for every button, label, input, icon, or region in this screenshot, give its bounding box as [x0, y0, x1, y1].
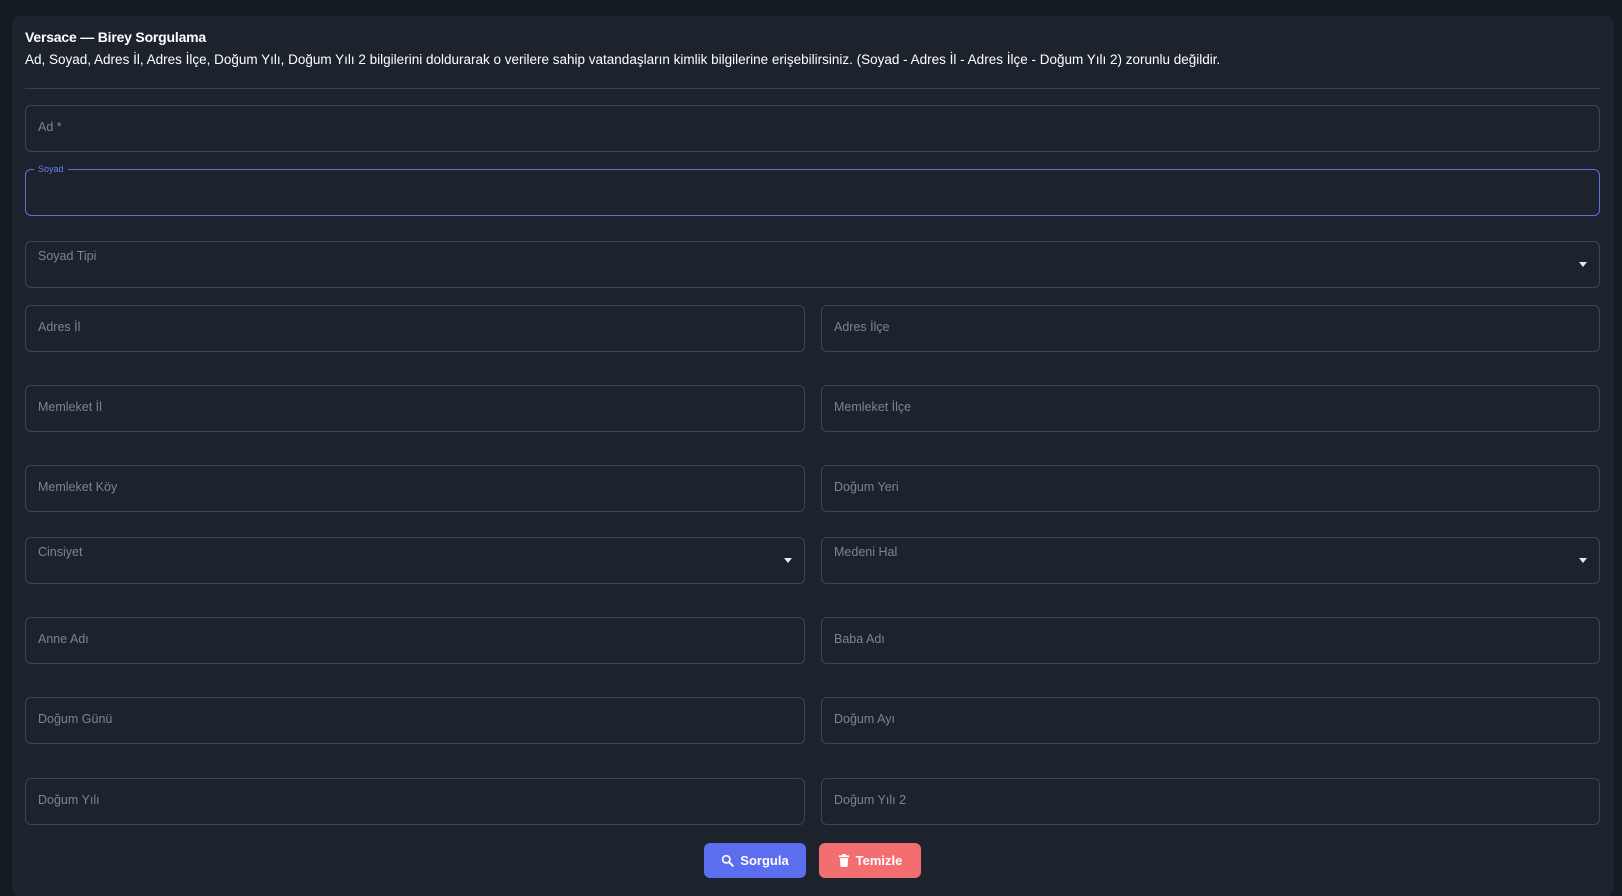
dogum-ayi-label: Doğum Ayı [834, 712, 895, 726]
medeni-hal-label: Medeni Hal [834, 545, 898, 559]
search-button-label: Sorgula [740, 853, 789, 868]
baba-adi-field[interactable]: Baba Adı [821, 617, 1600, 664]
soyad-input[interactable] [26, 170, 1599, 215]
cinsiyet-label: Cinsiyet [38, 545, 83, 559]
anne-adi-field[interactable]: Anne Adı [25, 617, 805, 664]
anne-adi-label: Anne Adı [38, 632, 89, 646]
adres-il-field[interactable]: Adres İl [25, 305, 805, 352]
memleket-il-field[interactable]: Memleket İl [25, 385, 805, 432]
dogum-yili-2-field[interactable]: Doğum Yılı 2 [821, 778, 1600, 825]
dogum-gunu-label: Doğum Günü [38, 712, 113, 726]
baba-adi-label: Baba Adı [834, 632, 885, 646]
cinsiyet-select[interactable]: Cinsiyet [25, 537, 805, 584]
page-title: Versace — Birey Sorgulama [25, 29, 206, 45]
dogum-yili-label: Doğum Yılı [38, 793, 100, 807]
dogum-yili-field[interactable]: Doğum Yılı [25, 778, 805, 825]
dogum-yeri-label: Doğum Yeri [834, 480, 899, 494]
dogum-yeri-field[interactable]: Doğum Yeri [821, 465, 1600, 512]
chevron-down-icon [784, 558, 792, 563]
dogum-gunu-field[interactable]: Doğum Günü [25, 697, 805, 744]
trash-icon [838, 854, 850, 867]
medeni-hal-select[interactable]: Medeni Hal [821, 537, 1600, 584]
page-description: Ad, Soyad, Adres İl, Adres İlçe, Doğum Y… [25, 52, 1221, 67]
adres-il-label: Adres İl [38, 320, 81, 334]
ad-label: Ad * [38, 120, 62, 134]
memleket-koy-label: Memleket Köy [38, 480, 118, 494]
memleket-il-label: Memleket İl [38, 400, 102, 414]
ad-field[interactable]: Ad * [25, 105, 1600, 152]
divider [25, 88, 1600, 89]
soyad-tipi-select[interactable]: Soyad Tipi [25, 241, 1600, 288]
search-icon [721, 854, 735, 867]
dogum-yili-2-label: Doğum Yılı 2 [834, 793, 907, 807]
dogum-ayi-field[interactable]: Doğum Ayı [821, 697, 1600, 744]
adres-ilce-label: Adres İlçe [834, 320, 890, 334]
chevron-down-icon [1579, 262, 1587, 267]
clear-button[interactable]: Temizle [819, 843, 921, 878]
chevron-down-icon [1579, 558, 1587, 563]
memleket-koy-field[interactable]: Memleket Köy [25, 465, 805, 512]
soyad-field[interactable]: Soyad [25, 164, 1600, 216]
memleket-ilce-label: Memleket İlçe [834, 400, 912, 414]
soyad-tipi-label: Soyad Tipi [38, 249, 97, 263]
clear-button-label: Temizle [855, 853, 903, 868]
memleket-ilce-field[interactable]: Memleket İlçe [821, 385, 1600, 432]
adres-ilce-field[interactable]: Adres İlçe [821, 305, 1600, 352]
search-button[interactable]: Sorgula [704, 843, 806, 878]
